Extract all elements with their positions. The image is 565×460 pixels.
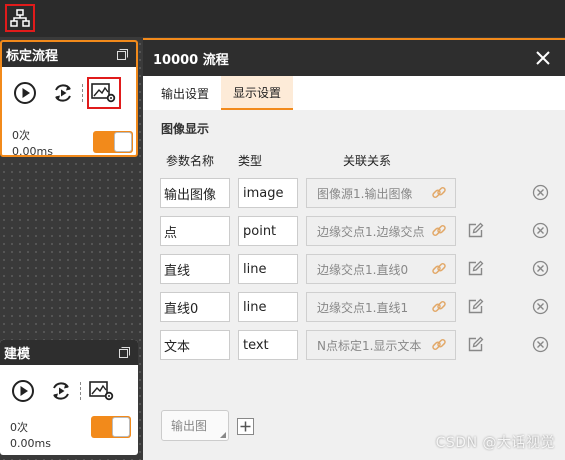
type-input[interactable]: line [238, 292, 298, 322]
type-input[interactable]: image [238, 178, 298, 208]
dropdown-corner-icon [220, 432, 226, 438]
close-icon[interactable] [533, 48, 553, 68]
edit-icon[interactable] [467, 336, 484, 353]
run-count: 0次 [12, 129, 30, 142]
param-name-input[interactable]: 文本 [160, 330, 230, 360]
output-image-label: 输出图 [171, 419, 208, 433]
type-input[interactable]: point [238, 216, 298, 246]
type-input[interactable]: text [238, 330, 298, 360]
add-icon[interactable] [237, 418, 254, 435]
edit-icon[interactable] [467, 298, 484, 315]
enable-toggle[interactable] [93, 131, 133, 153]
loop-run-icon[interactable] [50, 80, 76, 106]
delete-icon[interactable] [532, 222, 549, 239]
play-icon[interactable] [12, 80, 38, 106]
delete-icon[interactable] [532, 298, 549, 315]
run-time: 0.00ms [12, 145, 53, 157]
play-icon[interactable] [10, 378, 36, 404]
table-row: 点 point 边缘交点1.边缘交点 [160, 216, 560, 246]
window-icon[interactable] [119, 347, 130, 358]
loop-run-icon[interactable] [48, 378, 74, 404]
link-icon[interactable] [431, 299, 447, 315]
flow-settings-dialog: 10000 流程 输出设置 显示设置 图像显示 参数名称 类型 关联关系 输出图… [143, 38, 565, 460]
section-title: 图像显示 [161, 122, 210, 136]
divider [80, 382, 81, 400]
output-image-dropdown[interactable]: 输出图 [161, 410, 229, 441]
dialog-title: 10000 流程 [153, 52, 229, 68]
run-count: 0次 [10, 421, 28, 434]
dialog-header: 10000 流程 [143, 40, 565, 76]
window-icon[interactable] [117, 49, 128, 60]
type-input[interactable]: line [238, 254, 298, 284]
tab-display-settings[interactable]: 显示设置 [221, 76, 294, 110]
table-row: 文本 text N点标定1.显示文本 [160, 330, 560, 360]
param-name-input[interactable]: 点 [160, 216, 230, 246]
top-toolbar [0, 0, 565, 37]
tab-output-settings[interactable]: 输出设置 [149, 76, 221, 110]
run-time: 0.00ms [10, 437, 51, 450]
node-title: 标定流程 [6, 49, 59, 64]
tab-bar: 输出设置 显示设置 [143, 76, 565, 110]
node-header: 建模 [0, 340, 138, 365]
table-row: 输出图像 image 图像源1.输出图像 [160, 178, 560, 208]
column-header-type: 类型 [238, 154, 263, 168]
node-header: 标定流程 [2, 42, 136, 67]
link-icon[interactable] [431, 185, 447, 201]
display-settings-icon[interactable] [87, 77, 121, 109]
delete-icon[interactable] [532, 184, 549, 201]
link-icon[interactable] [431, 261, 447, 277]
flowchart-icon[interactable] [5, 4, 35, 32]
display-settings-icon[interactable] [85, 375, 119, 407]
link-icon[interactable] [431, 223, 447, 239]
param-name-input[interactable]: 直线0 [160, 292, 230, 322]
delete-icon[interactable] [532, 260, 549, 277]
param-name-input[interactable]: 直线 [160, 254, 230, 284]
link-icon[interactable] [431, 337, 447, 353]
divider [82, 84, 83, 102]
enable-toggle[interactable] [91, 416, 131, 438]
display-settings-panel: 图像显示 参数名称 类型 关联关系 输出图像 image 图像源1.输出图像 点… [143, 110, 565, 460]
edit-icon[interactable] [467, 222, 484, 239]
edit-icon[interactable] [467, 260, 484, 277]
flow-node-calibration[interactable]: 标定流程 0次 0.00ms [0, 40, 138, 157]
column-header-relation: 关联关系 [343, 154, 392, 168]
param-name-input[interactable]: 输出图像 [160, 178, 230, 208]
table-row: 直线 line 边缘交点1.直线0 [160, 254, 560, 284]
column-header-param: 参数名称 [166, 154, 215, 168]
flow-node-modeling[interactable]: 建模 0次 0.00ms [0, 340, 138, 455]
delete-icon[interactable] [532, 336, 549, 353]
watermark: CSDN @大话视觉 [435, 435, 555, 451]
node-title: 建模 [4, 347, 31, 362]
table-row: 直线0 line 边缘交点1.直线1 [160, 292, 560, 322]
